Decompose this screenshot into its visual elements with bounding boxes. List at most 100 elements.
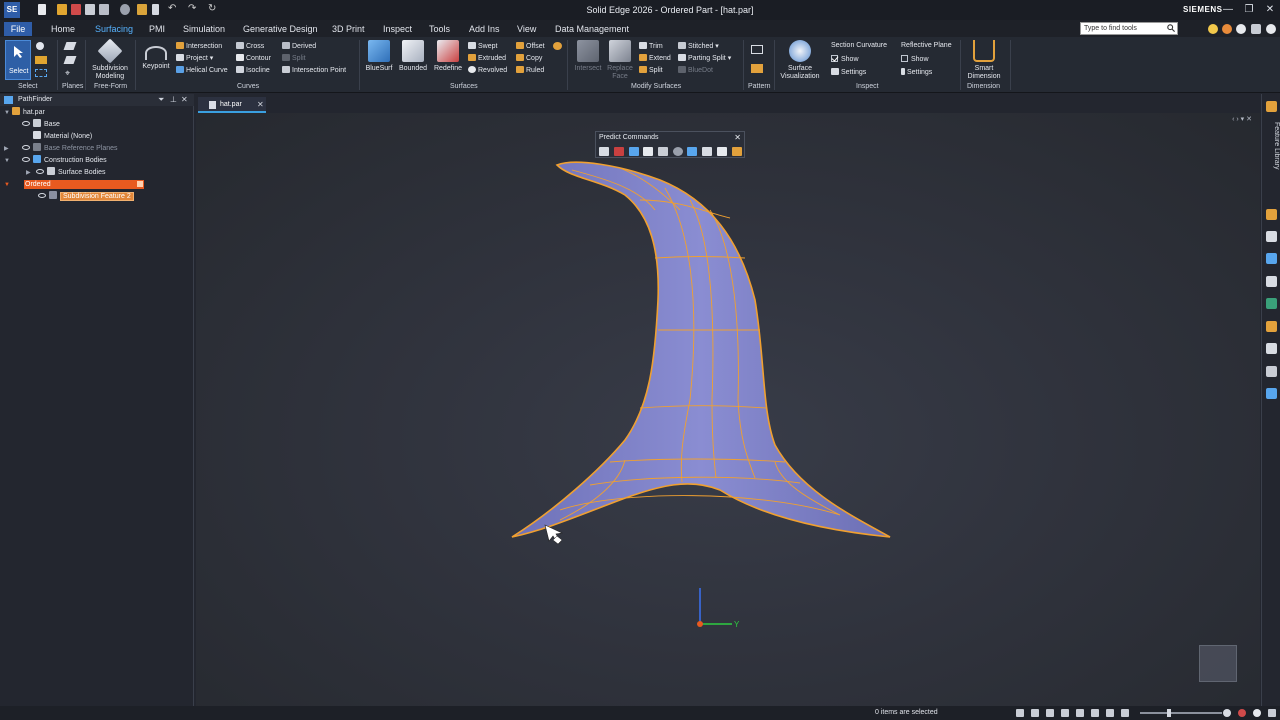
select-button[interactable]: Select: [5, 40, 31, 80]
tree-item-construction-bodies[interactable]: ▼ Construction Bodies: [4, 155, 107, 166]
trim-button[interactable]: Trim: [639, 42, 663, 50]
view-cube[interactable]: [1199, 645, 1237, 682]
filter-icon[interactable]: ⏷: [158, 95, 164, 105]
smart-dimension-button[interactable]: Smart Dimension: [962, 40, 1006, 81]
app-logo[interactable]: SE: [4, 2, 20, 18]
section-curvature-settings-button[interactable]: Settings: [831, 68, 866, 76]
pencil-icon[interactable]: [1266, 366, 1277, 377]
zoom-slider[interactable]: [1140, 712, 1222, 714]
stop-icon[interactable]: [1253, 709, 1261, 717]
expand-arrow-icon[interactable]: ▶: [26, 168, 34, 179]
tree-item-subdivision-feature[interactable]: Subdivision Feature 2: [38, 191, 134, 202]
smile-feedback-icon[interactable]: [1208, 24, 1218, 34]
predict-command-3-icon[interactable]: [629, 147, 639, 156]
collapse-arrow-icon[interactable]: ▼: [4, 156, 12, 167]
tab-home[interactable]: Home: [51, 24, 75, 34]
surface-extra-icon[interactable]: [553, 42, 562, 50]
new-file-icon[interactable]: [38, 4, 46, 15]
intersect-button[interactable]: Intersect: [571, 40, 605, 73]
tab-add-ins[interactable]: Add Ins: [469, 24, 500, 34]
extend-button[interactable]: Extend: [639, 54, 671, 62]
tab-file[interactable]: File: [4, 22, 32, 36]
selection-filter-icon[interactable]: [35, 56, 47, 64]
zoom-area-icon[interactable]: [1031, 709, 1039, 717]
predict-close-button[interactable]: ✕: [734, 133, 741, 142]
predict-command-9-icon[interactable]: [717, 147, 727, 156]
bluesurf-button[interactable]: BlueSurf: [363, 40, 395, 73]
predict-command-8-icon[interactable]: [702, 147, 712, 156]
predict-command-2-icon[interactable]: [614, 147, 624, 156]
expand-arrow-icon[interactable]: ▶: [4, 144, 12, 155]
stack-icon[interactable]: [1266, 343, 1277, 354]
document-icon[interactable]: [152, 4, 159, 15]
search-icon[interactable]: [1167, 24, 1175, 32]
display-style-icon[interactable]: [1106, 709, 1114, 717]
repeat-icon[interactable]: ↻: [208, 4, 218, 15]
options-icon[interactable]: [120, 4, 130, 15]
extruded-button[interactable]: Extruded: [468, 54, 506, 62]
predict-command-5-icon[interactable]: [658, 147, 668, 156]
keypoint-button[interactable]: Keypoint: [139, 40, 173, 71]
project-button[interactable]: Project ▾: [176, 54, 213, 62]
reflective-plane-show-checkbox[interactable]: Show: [901, 55, 929, 63]
visibility-eye-icon[interactable]: [38, 193, 46, 198]
helical-curve-button[interactable]: Helical Curve: [176, 66, 228, 74]
open-folder-icon[interactable]: [57, 4, 67, 15]
tools-icon[interactable]: [1266, 231, 1277, 242]
tree-item-surface-bodies[interactable]: ▶ Surface Bodies: [26, 167, 105, 178]
close-window-button[interactable]: ✕: [1263, 4, 1277, 16]
section-curvature-show-checkbox[interactable]: Show: [831, 55, 859, 63]
wrench-icon[interactable]: [1266, 321, 1277, 332]
fit-view-icon[interactable]: [1016, 709, 1024, 717]
coordinate-system-icon[interactable]: ⌖: [65, 69, 75, 78]
status-extra-icon[interactable]: [1268, 709, 1276, 717]
predict-command-10-icon[interactable]: [732, 147, 742, 156]
bounded-button[interactable]: Bounded: [396, 40, 430, 73]
visibility-eye-icon[interactable]: [22, 157, 30, 162]
info-icon[interactable]: [1266, 24, 1276, 34]
intersection-button[interactable]: Intersection: [176, 42, 222, 50]
grid-icon[interactable]: [1266, 276, 1277, 287]
swept-button[interactable]: Swept: [468, 42, 497, 50]
tab-data-management[interactable]: Data Management: [555, 24, 629, 34]
tree-item-ordered[interactable]: ▼ Ordered: [4, 179, 144, 190]
pick-icon[interactable]: [36, 42, 44, 50]
sketch-view-icon[interactable]: [1121, 709, 1129, 717]
feature-library-tab[interactable]: Feature Library: [1262, 116, 1280, 176]
revolved-button[interactable]: Revolved: [468, 66, 507, 74]
view-orientation-icon[interactable]: [1091, 709, 1099, 717]
tab-tools[interactable]: Tools: [429, 24, 450, 34]
visibility-eye-icon[interactable]: [22, 121, 30, 126]
viewport-controls[interactable]: ‹ › ▾ ✕: [1232, 115, 1252, 123]
zoom-icon[interactable]: [1046, 709, 1054, 717]
globe-icon[interactable]: [1266, 388, 1277, 399]
document-tab[interactable]: hat.par ✕: [198, 97, 266, 113]
tab-inspect[interactable]: Inspect: [383, 24, 412, 34]
stitched-button[interactable]: Stitched ▾: [678, 42, 719, 50]
cross-button[interactable]: Cross: [236, 42, 264, 50]
predict-command-1-icon[interactable]: [599, 147, 609, 156]
split-surface-button[interactable]: Split: [639, 66, 663, 74]
predict-command-7-icon[interactable]: [687, 147, 697, 156]
replace-face-button[interactable]: Replace Face: [603, 40, 637, 81]
tab-view[interactable]: View: [517, 24, 536, 34]
layers-icon[interactable]: [1266, 209, 1277, 220]
tree-item-base-reference-planes[interactable]: ▶ Base Reference Planes: [4, 143, 118, 154]
derived-button[interactable]: Derived: [282, 42, 316, 50]
predict-command-6-icon[interactable]: [673, 147, 683, 156]
select-box-icon[interactable]: [35, 69, 47, 77]
close-panel-icon[interactable]: ✕: [181, 95, 188, 104]
tab-3d-print[interactable]: 3D Print: [332, 24, 365, 34]
image-icon[interactable]: [1266, 298, 1277, 309]
visibility-eye-icon[interactable]: [36, 169, 44, 174]
tab-generative-design[interactable]: Generative Design: [243, 24, 318, 34]
intersection-point-button[interactable]: Intersection Point: [282, 66, 346, 74]
pattern-icon[interactable]: [751, 45, 763, 54]
reflective-plane-settings-button[interactable]: Settings: [901, 68, 932, 76]
collapse-arrow-icon[interactable]: ▼: [4, 180, 12, 191]
subdivision-modeling-button[interactable]: Subdivision Modeling: [88, 38, 132, 81]
pan-icon[interactable]: [1061, 709, 1069, 717]
surface-visualization-button[interactable]: Surface Visualization: [777, 40, 823, 81]
save-as-icon[interactable]: [85, 4, 95, 15]
record-icon[interactable]: [1238, 709, 1246, 717]
